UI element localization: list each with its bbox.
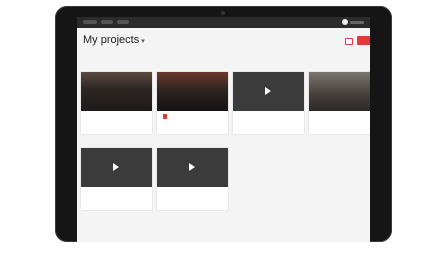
project-thumbnail[interactable]	[233, 72, 304, 111]
project-thumbnail[interactable]	[157, 72, 228, 111]
page-title[interactable]: My projects ▾	[83, 34, 145, 46]
project-card[interactable]	[309, 72, 370, 134]
project-card[interactable]	[233, 72, 304, 134]
app-screen: My projects ▾	[77, 17, 370, 242]
user-name[interactable]	[350, 21, 364, 24]
top-nav-bar	[77, 17, 370, 28]
project-thumbnail[interactable]	[157, 148, 228, 187]
page-title-text: My projects	[83, 34, 140, 46]
project-card[interactable]	[157, 72, 228, 134]
status-badge	[163, 114, 167, 119]
nav-logo[interactable]	[83, 20, 97, 24]
project-card[interactable]	[81, 148, 152, 210]
nav-item[interactable]	[117, 20, 129, 24]
play-icon[interactable]	[113, 163, 119, 171]
camera-icon	[221, 11, 225, 15]
project-thumbnail[interactable]	[81, 72, 152, 111]
play-icon[interactable]	[189, 163, 195, 171]
chevron-down-icon[interactable]: ▾	[141, 38, 145, 45]
create-project-button[interactable]	[357, 36, 370, 45]
project-thumbnail[interactable]	[309, 72, 370, 111]
user-avatar-icon[interactable]	[342, 19, 348, 25]
laptop-frame: My projects ▾	[55, 6, 392, 242]
project-card[interactable]	[157, 148, 228, 210]
project-thumbnail[interactable]	[81, 148, 152, 187]
play-icon[interactable]	[265, 87, 271, 95]
project-card[interactable]	[81, 72, 152, 134]
nav-item[interactable]	[101, 20, 113, 24]
folder-icon[interactable]	[345, 38, 353, 45]
